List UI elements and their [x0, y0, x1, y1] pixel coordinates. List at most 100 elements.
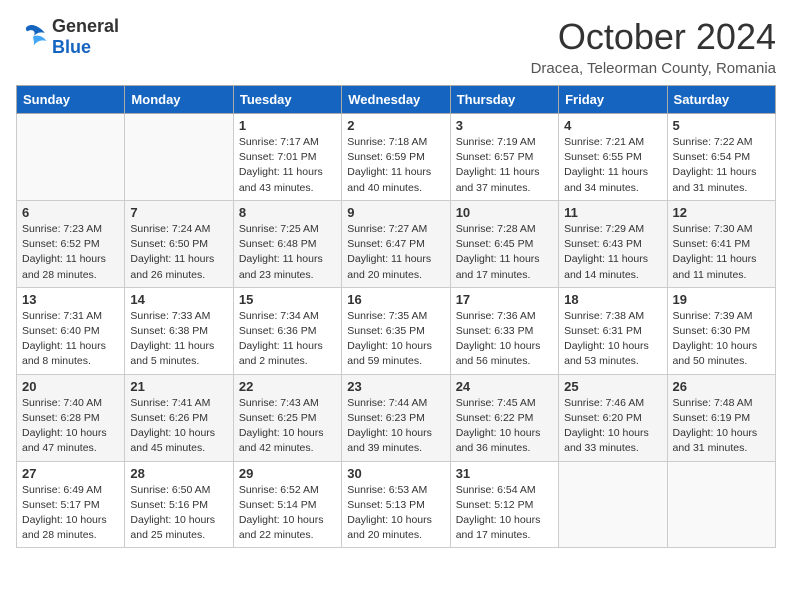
calendar-day-cell: 3Sunrise: 7:19 AM Sunset: 6:57 PM Daylig… — [450, 114, 558, 201]
day-detail: Sunrise: 7:44 AM Sunset: 6:23 PM Dayligh… — [347, 396, 444, 457]
weekday-header: Sunday — [17, 86, 125, 114]
calendar-day-cell: 25 Sunrise: 7:46 AM Sunset: 6:20 PM Dayli… — [559, 374, 667, 461]
calendar-day-cell — [17, 114, 125, 201]
calendar-day-cell: 18 Sunrise: 7:38 AM Sunset: 6:31 PM Dayli… — [559, 287, 667, 374]
day-detail: Sunrise: 7:48 AM Sunset: 6:19 PM Dayligh… — [673, 396, 770, 457]
calendar-day-cell: 20Sunrise: 7:40 AM Sunset: 6:28 PM Dayli… — [17, 374, 125, 461]
day-detail: Sunrise: 7:18 AM Sunset: 6:59 PM Dayligh… — [347, 135, 444, 196]
day-number: 1 — [239, 118, 336, 133]
calendar-week-row: 20Sunrise: 7:40 AM Sunset: 6:28 PM Dayli… — [17, 374, 776, 461]
day-detail: Sunrise: 6:50 AM Sunset: 5:16 PM Dayligh… — [130, 483, 227, 544]
calendar-day-cell: 24Sunrise: 7:45 AM Sunset: 6:22 PM Dayli… — [450, 374, 558, 461]
day-detail: Sunrise: 7:27 AM Sunset: 6:47 PM Dayligh… — [347, 222, 444, 283]
calendar-day-cell — [667, 461, 775, 548]
location: Dracea, Teleorman County, Romania — [531, 60, 776, 77]
day-detail: Sunrise: 7:46 AM Sunset: 6:20 PM Dayligh… — [564, 396, 661, 457]
weekday-header: Wednesday — [342, 86, 450, 114]
day-number: 27 — [22, 466, 119, 481]
day-number: 9 — [347, 205, 444, 220]
day-number: 4 — [564, 118, 661, 133]
calendar-day-cell: 11 Sunrise: 7:29 AM Sunset: 6:43 PM Dayli… — [559, 200, 667, 287]
calendar-day-cell: 9 Sunrise: 7:27 AM Sunset: 6:47 PM Daylig… — [342, 200, 450, 287]
calendar-table: SundayMondayTuesdayWednesdayThursdayFrid… — [16, 85, 776, 548]
day-number: 30 — [347, 466, 444, 481]
day-detail: Sunrise: 7:30 AM Sunset: 6:41 PM Dayligh… — [673, 222, 770, 283]
day-number: 11 — [564, 205, 661, 220]
day-detail: Sunrise: 6:53 AM Sunset: 5:13 PM Dayligh… — [347, 483, 444, 544]
day-number: 22 — [239, 379, 336, 394]
month-title: October 2024 — [531, 16, 776, 58]
day-number: 13 — [22, 292, 119, 307]
day-detail: Sunrise: 7:31 AM Sunset: 6:40 PM Dayligh… — [22, 309, 119, 370]
day-detail: Sunrise: 7:21 AM Sunset: 6:55 PM Dayligh… — [564, 135, 661, 196]
calendar-day-cell: 12Sunrise: 7:30 AM Sunset: 6:41 PM Dayli… — [667, 200, 775, 287]
calendar-day-cell: 21Sunrise: 7:41 AM Sunset: 6:26 PM Dayli… — [125, 374, 233, 461]
day-detail: Sunrise: 7:40 AM Sunset: 6:28 PM Dayligh… — [22, 396, 119, 457]
calendar-day-cell: 13 Sunrise: 7:31 AM Sunset: 6:40 PM Dayli… — [17, 287, 125, 374]
calendar-week-row: 6 Sunrise: 7:23 AM Sunset: 6:52 PM Daylig… — [17, 200, 776, 287]
day-detail: Sunrise: 7:17 AM Sunset: 7:01 PM Dayligh… — [239, 135, 336, 196]
day-number: 28 — [130, 466, 227, 481]
calendar-day-cell: 2 Sunrise: 7:18 AM Sunset: 6:59 PM Daylig… — [342, 114, 450, 201]
day-detail: Sunrise: 7:29 AM Sunset: 6:43 PM Dayligh… — [564, 222, 661, 283]
day-detail: Sunrise: 7:34 AM Sunset: 6:36 PM Dayligh… — [239, 309, 336, 370]
day-number: 31 — [456, 466, 553, 481]
day-number: 3 — [456, 118, 553, 133]
day-detail: Sunrise: 7:38 AM Sunset: 6:31 PM Dayligh… — [564, 309, 661, 370]
calendar-day-cell: 6 Sunrise: 7:23 AM Sunset: 6:52 PM Daylig… — [17, 200, 125, 287]
day-detail: Sunrise: 7:35 AM Sunset: 6:35 PM Dayligh… — [347, 309, 444, 370]
calendar-day-cell: 29 Sunrise: 6:52 AM Sunset: 5:14 PM Dayli… — [233, 461, 341, 548]
calendar-day-cell: 1 Sunrise: 7:17 AM Sunset: 7:01 PM Daylig… — [233, 114, 341, 201]
day-number: 14 — [130, 292, 227, 307]
day-detail: Sunrise: 6:49 AM Sunset: 5:17 PM Dayligh… — [22, 483, 119, 544]
calendar-day-cell: 30 Sunrise: 6:53 AM Sunset: 5:13 PM Dayli… — [342, 461, 450, 548]
day-number: 24 — [456, 379, 553, 394]
calendar-day-cell: 14 Sunrise: 7:33 AM Sunset: 6:38 PM Dayli… — [125, 287, 233, 374]
day-detail: Sunrise: 7:22 AM Sunset: 6:54 PM Dayligh… — [673, 135, 770, 196]
day-number: 7 — [130, 205, 227, 220]
calendar-day-cell — [125, 114, 233, 201]
calendar-day-cell: 22 Sunrise: 7:43 AM Sunset: 6:25 PM Dayli… — [233, 374, 341, 461]
weekday-header: Monday — [125, 86, 233, 114]
day-number: 29 — [239, 466, 336, 481]
calendar-week-row: 27 Sunrise: 6:49 AM Sunset: 5:17 PM Dayli… — [17, 461, 776, 548]
logo-bird-icon — [16, 23, 48, 51]
day-detail: Sunrise: 7:28 AM Sunset: 6:45 PM Dayligh… — [456, 222, 553, 283]
day-detail: Sunrise: 7:33 AM Sunset: 6:38 PM Dayligh… — [130, 309, 227, 370]
weekday-header: Saturday — [667, 86, 775, 114]
day-number: 17 — [456, 292, 553, 307]
day-number: 15 — [239, 292, 336, 307]
calendar-day-cell: 15 Sunrise: 7:34 AM Sunset: 6:36 PM Dayli… — [233, 287, 341, 374]
day-number: 2 — [347, 118, 444, 133]
day-detail: Sunrise: 7:36 AM Sunset: 6:33 PM Dayligh… — [456, 309, 553, 370]
day-number: 21 — [130, 379, 227, 394]
calendar-day-cell: 26 Sunrise: 7:48 AM Sunset: 6:19 PM Dayli… — [667, 374, 775, 461]
day-number: 25 — [564, 379, 661, 394]
calendar-day-cell — [559, 461, 667, 548]
day-detail: Sunrise: 7:43 AM Sunset: 6:25 PM Dayligh… — [239, 396, 336, 457]
calendar-week-row: 13 Sunrise: 7:31 AM Sunset: 6:40 PM Dayli… — [17, 287, 776, 374]
day-detail: Sunrise: 6:52 AM Sunset: 5:14 PM Dayligh… — [239, 483, 336, 544]
day-number: 26 — [673, 379, 770, 394]
calendar-day-cell: 8Sunrise: 7:25 AM Sunset: 6:48 PM Daylig… — [233, 200, 341, 287]
title-section: October 2024 Dracea, Teleorman County, R… — [531, 16, 776, 77]
day-number: 8 — [239, 205, 336, 220]
calendar-day-cell: 27 Sunrise: 6:49 AM Sunset: 5:17 PM Dayli… — [17, 461, 125, 548]
day-number: 6 — [22, 205, 119, 220]
day-detail: Sunrise: 7:24 AM Sunset: 6:50 PM Dayligh… — [130, 222, 227, 283]
logo-text: General Blue — [52, 16, 119, 58]
calendar-day-cell: 16 Sunrise: 7:35 AM Sunset: 6:35 PM Dayli… — [342, 287, 450, 374]
day-detail: Sunrise: 7:23 AM Sunset: 6:52 PM Dayligh… — [22, 222, 119, 283]
calendar-day-cell: 5Sunrise: 7:22 AM Sunset: 6:54 PM Daylig… — [667, 114, 775, 201]
day-number: 18 — [564, 292, 661, 307]
calendar-day-cell: 10Sunrise: 7:28 AM Sunset: 6:45 PM Dayli… — [450, 200, 558, 287]
day-number: 16 — [347, 292, 444, 307]
weekday-header-row: SundayMondayTuesdayWednesdayThursdayFrid… — [17, 86, 776, 114]
weekday-header: Tuesday — [233, 86, 341, 114]
day-detail: Sunrise: 7:39 AM Sunset: 6:30 PM Dayligh… — [673, 309, 770, 370]
calendar-day-cell: 4 Sunrise: 7:21 AM Sunset: 6:55 PM Daylig… — [559, 114, 667, 201]
calendar-day-cell: 19 Sunrise: 7:39 AM Sunset: 6:30 PM Dayli… — [667, 287, 775, 374]
day-detail: Sunrise: 6:54 AM Sunset: 5:12 PM Dayligh… — [456, 483, 553, 544]
calendar-day-cell: 7 Sunrise: 7:24 AM Sunset: 6:50 PM Daylig… — [125, 200, 233, 287]
day-number: 19 — [673, 292, 770, 307]
